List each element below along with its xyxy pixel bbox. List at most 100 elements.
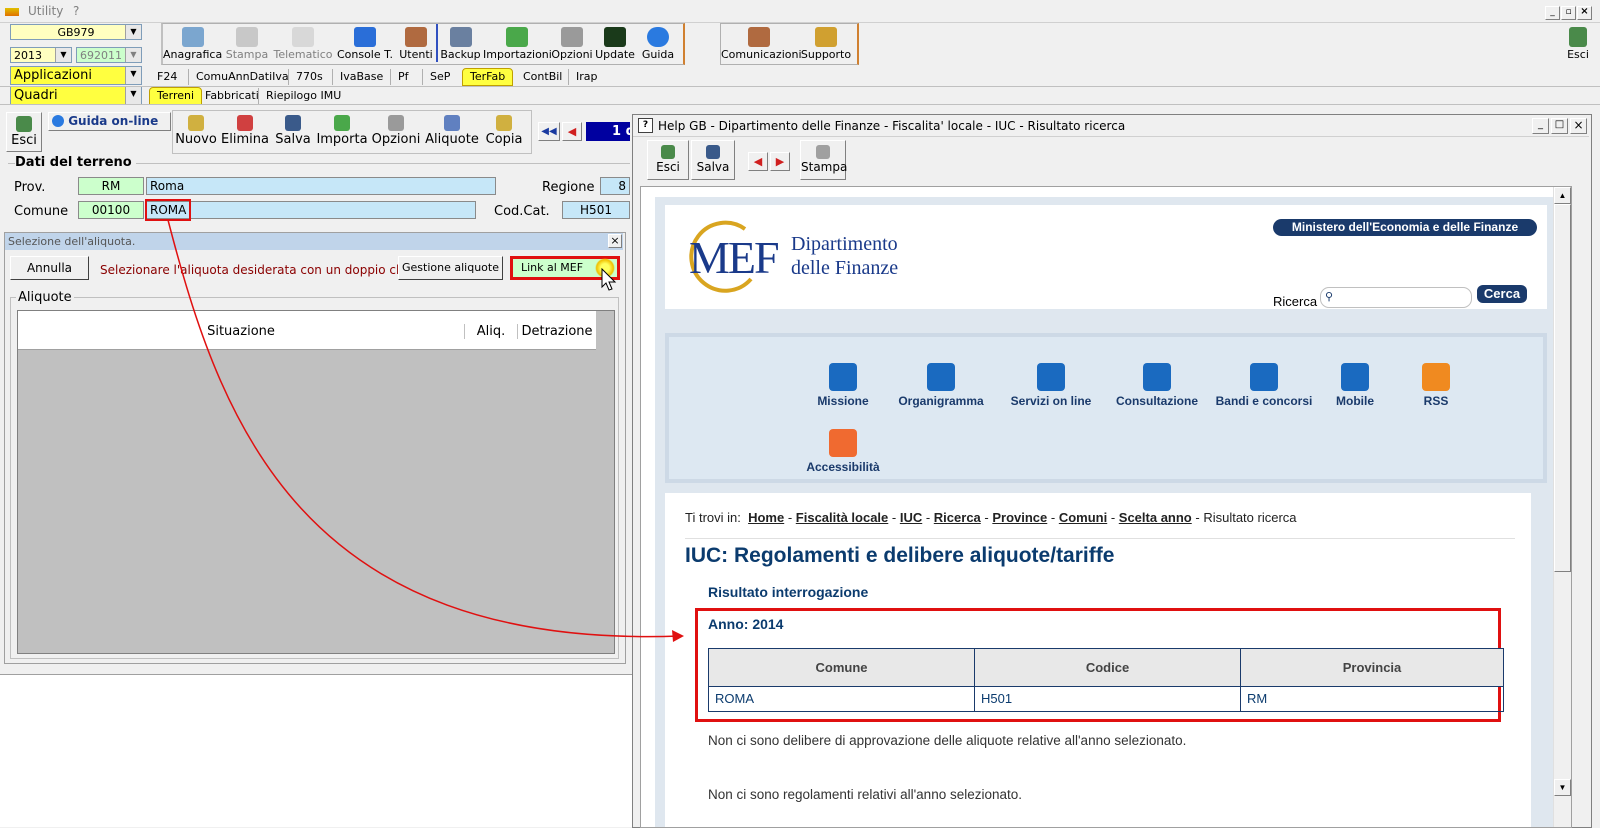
close-icon[interactable]: × [608,234,622,248]
supporto-button[interactable]: Supporto [797,24,855,62]
tab-terfab[interactable]: TerFab [462,68,514,86]
search-icon: ⚲ [1325,291,1334,303]
breadcrumb-comuni[interactable]: Comuni [1059,510,1107,525]
tab-irap[interactable]: Irap [568,69,605,85]
quadri-select[interactable]: Quadri ▼ [10,86,142,105]
tab-fabbricati[interactable]: Fabbricati [198,88,266,104]
aliquote-button[interactable]: Aliquote [423,112,481,152]
scroll-down-icon[interactable]: ▼ [1554,779,1571,796]
breadcrumb: Ti trovi in: Home - Fiscalità locale - I… [685,510,1297,525]
help-forward-button[interactable]: ▶ [770,152,790,171]
telematico-button[interactable]: Telematico [272,24,334,62]
breadcrumb-ricerca[interactable]: Ricerca [934,510,981,525]
chevron-down-icon: ▼ [125,48,141,62]
year-select[interactable]: 2013 ▼ [10,47,72,63]
app-icon [5,8,19,16]
scrollbar[interactable]: ▲ ▼ [1553,187,1571,827]
prov-label: Prov. [14,180,46,195]
tab-sep[interactable]: SeP [422,69,457,85]
close-button[interactable]: × [1577,6,1592,20]
nav-accessibilita[interactable]: Accessibilità [801,429,885,474]
code-select[interactable]: 692011 - ▼ [76,47,142,63]
ministero-link[interactable]: Ministero dell'Economia e delle Finanze [1273,219,1537,236]
anagrafica-button[interactable]: Anagrafica [163,24,222,62]
cerca-button[interactable]: Cerca [1477,285,1527,303]
col-situazione[interactable]: Situazione [18,324,465,339]
prev-record-button[interactable]: ◀ [562,122,582,141]
copia-button[interactable]: Copia [481,112,527,152]
delete-icon [237,115,253,131]
codcat-field[interactable]: H501 [562,201,630,219]
col-aliq[interactable]: Aliq. [465,324,518,339]
help-stampa-button[interactable]: Stampa [800,140,847,180]
nav-bandi[interactable]: Bandi e concorsi [1209,363,1319,408]
tab-comuanndatiiva[interactable]: ComuAnnDatiIva [188,69,296,85]
esci-main-button[interactable]: Esci [1560,24,1596,62]
tab-pf[interactable]: Pf [390,69,416,85]
nav-mobile[interactable]: Mobile [1325,363,1385,408]
applicazioni-select[interactable]: Applicazioni ▼ [10,66,142,85]
ie-icon [52,115,64,127]
minimize-button[interactable]: _ [1545,6,1560,20]
floppy-icon [285,115,301,131]
utenti-button[interactable]: Utenti [396,24,438,62]
import-icon [506,27,528,47]
opzioni-left-button[interactable]: Opzioni [369,112,423,152]
help-esci-button[interactable]: Esci [647,140,689,180]
comunicazioni-button[interactable]: Comunicazioni [721,24,802,62]
cap-field[interactable]: 00100 [78,201,144,219]
importazioni-button[interactable]: Importazioni [483,24,552,62]
salva-button[interactable]: Salva [271,112,315,152]
search-input[interactable]: ⚲ [1320,287,1472,308]
opzioni-button[interactable]: Opzioni [551,24,593,62]
console-button[interactable]: Console T. [334,24,396,62]
elimina-button[interactable]: Elimina [219,112,271,152]
tab-contbil[interactable]: ContBil [516,69,569,85]
menu-help[interactable]: ? [73,4,79,18]
prov-name-field[interactable]: Roma [146,177,496,195]
importa-button[interactable]: Importa [315,112,369,152]
breadcrumb-fiscalita[interactable]: Fiscalità locale [796,510,889,525]
nav-servizi[interactable]: Servizi on line [1001,363,1101,408]
prov-field[interactable]: RM [78,177,144,195]
col-detrazione[interactable]: Detrazione [518,324,597,339]
help-back-button[interactable]: ◀ [748,152,768,171]
scroll-thumb[interactable] [1554,204,1571,572]
stampa-button[interactable]: Stampa [222,24,272,62]
gestione-aliquote-button[interactable]: Gestione aliquote [398,256,503,280]
nuovo-button[interactable]: Nuovo [173,112,219,152]
nav-consultazione[interactable]: Consultazione [1107,363,1207,408]
aliquote-grid[interactable] [17,310,615,654]
tab-terreni[interactable]: Terreni [149,87,203,105]
esci-button[interactable]: Esci [6,112,42,152]
note-delibere: Non ci sono delibere di approvazione del… [708,733,1187,748]
menu-utility[interactable]: Utility [28,4,63,18]
tab-f24[interactable]: F24 [150,69,184,85]
company-select[interactable]: GB979 ▼ [10,24,142,40]
breadcrumb-iuc[interactable]: IUC [900,510,922,525]
update-button[interactable]: Update [593,24,637,62]
annulla-button[interactable]: Annulla [10,256,89,280]
nav-rss[interactable]: RSS [1411,363,1461,408]
first-record-button[interactable]: ◀◀ [538,122,560,141]
tab-770s[interactable]: 770s [288,69,330,85]
help-salva-button[interactable]: Salva [691,140,735,180]
backup-button[interactable]: Backup [438,24,483,62]
tab-ivabase[interactable]: IvaBase [332,69,390,85]
guida-online-button[interactable]: Guida on-line [48,112,171,131]
comune-field[interactable]: ROMA [146,201,476,219]
tab-riepilogo-imu[interactable]: Riepilogo IMU [258,88,348,104]
breadcrumb-scelta-anno[interactable]: Scelta anno [1119,510,1192,525]
breadcrumb-province[interactable]: Province [992,510,1047,525]
regione-field[interactable]: 8 [600,177,630,195]
scroll-up-icon[interactable]: ▲ [1554,187,1571,204]
help-minimize-button[interactable]: _ [1532,118,1549,134]
help-maximize-button[interactable]: □ [1551,118,1568,134]
breadcrumb-home[interactable]: Home [748,510,784,525]
nav-organigramma[interactable]: Organigramma [891,363,991,408]
help-close-button[interactable]: × [1570,118,1587,134]
nav-missione[interactable]: Missione [803,363,883,408]
mef-nav [665,333,1547,483]
guida-button[interactable]: Guida [637,24,679,62]
restore-button[interactable]: ▫ [1561,6,1576,20]
